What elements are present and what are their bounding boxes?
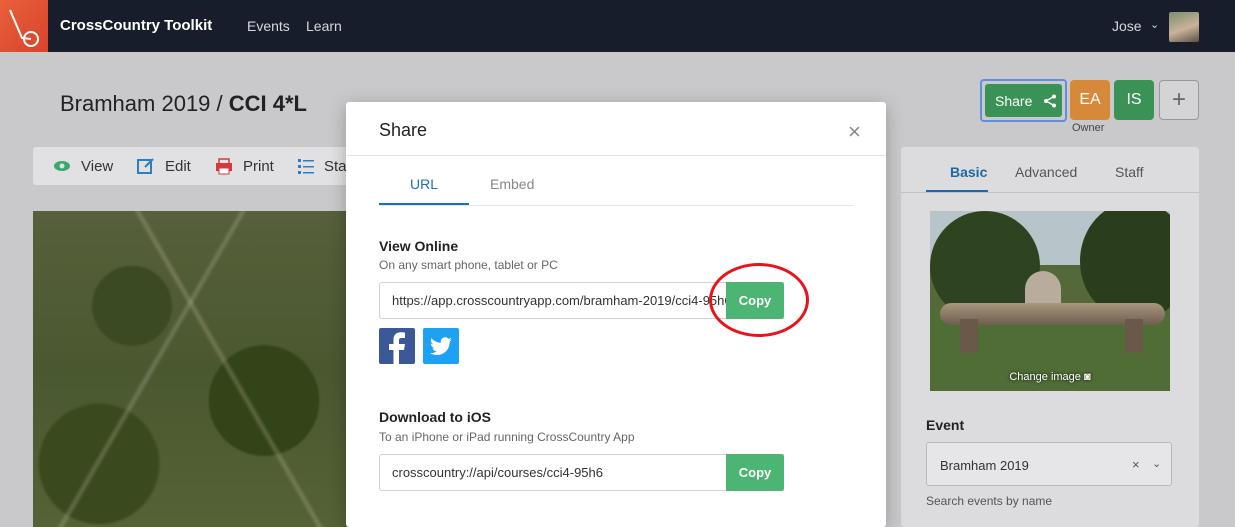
user-menu[interactable]: Jose [1112,18,1142,34]
twitter-icon [430,337,452,355]
annotation-circle [709,263,809,337]
tab-staff[interactable]: Staff [1115,164,1144,180]
event-select[interactable]: Bramham 2019 × ⌄ [926,442,1172,486]
modal-header-divider [346,155,886,156]
brand-name[interactable]: CrossCountry Toolkit [60,17,212,34]
nav-learn[interactable]: Learn [306,18,342,34]
chevron-down-icon[interactable]: ⌄ [1152,457,1161,470]
view-online-title: View Online [379,238,459,254]
page-title: Bramham 2019 / CCI 4*L [60,91,307,117]
view-online-subtitle: On any smart phone, tablet or PC [379,258,558,272]
tab-basic[interactable]: Basic [950,164,987,180]
ios-url-field[interactable] [379,454,784,491]
event-help-text: Search events by name [926,494,1053,508]
share-button-inner[interactable]: Share [985,84,1062,117]
photo-temple [1025,271,1061,307]
top-navbar: CrossCountry Toolkit Events Learn Jose ⌄ [0,0,1235,52]
share-button[interactable]: Share [980,79,1067,122]
share-icon [1044,94,1056,108]
modal-tab-divider [379,205,853,206]
satellite-map[interactable] [33,211,363,527]
collaborator-is[interactable]: IS [1114,80,1154,120]
toolbar-view[interactable]: View [81,158,113,175]
course-settings-panel: Basic Advanced Staff Change image ◙ Even… [901,147,1199,527]
twitter-share-button[interactable] [423,328,459,364]
share-button-label: Share [995,93,1033,109]
course-toolbar: View Edit Print Sta [33,147,363,185]
active-tab-indicator [379,203,469,205]
download-ios-title: Download to iOS [379,409,491,425]
photo-post [1125,319,1143,353]
facebook-share-button[interactable] [379,328,415,364]
download-ios-subtitle: To an iPhone or iPad running CrossCountr… [379,430,635,444]
toolbar-edit[interactable]: Edit [165,158,191,175]
tab-advanced[interactable]: Advanced [1015,164,1077,180]
toolbar-print[interactable]: Print [243,158,274,175]
eye-icon [54,161,70,171]
course-photo[interactable]: Change image ◙ [930,211,1170,391]
collaborator-ea[interactable]: EA [1070,80,1110,120]
nav-events[interactable]: Events [247,18,290,34]
clear-icon[interactable]: × [1132,457,1140,472]
list-icon [298,159,314,174]
page-title-class: CCI 4*L [228,91,307,116]
event-label: Event [926,417,965,433]
avatar[interactable] [1169,12,1199,42]
tab-divider [901,192,1199,193]
change-image-label: Change image [1009,371,1081,383]
page-title-event: Bramham 2019 / [60,91,229,116]
add-collaborator-button[interactable]: + [1159,80,1199,120]
edit-icon [137,158,154,174]
modal-title: Share [379,120,428,140]
copy-ios-url-button[interactable]: Copy [726,454,784,491]
tab-url[interactable]: URL [410,176,438,192]
facebook-icon [389,332,405,364]
owner-label: Owner [1072,122,1105,134]
print-icon [216,158,232,175]
cart-logo-icon [9,9,39,47]
photo-post [960,319,978,353]
toolbar-stats[interactable]: Sta [324,158,347,175]
change-image-button[interactable]: Change image ◙ [930,371,1170,383]
app-logo[interactable] [0,0,48,52]
camera-icon: ◙ [1083,371,1091,383]
close-icon[interactable]: × [848,119,861,145]
tab-embed[interactable]: Embed [490,176,534,192]
chevron-down-icon[interactable]: ⌄ [1150,18,1159,31]
event-select-value: Bramham 2019 [940,458,1029,473]
